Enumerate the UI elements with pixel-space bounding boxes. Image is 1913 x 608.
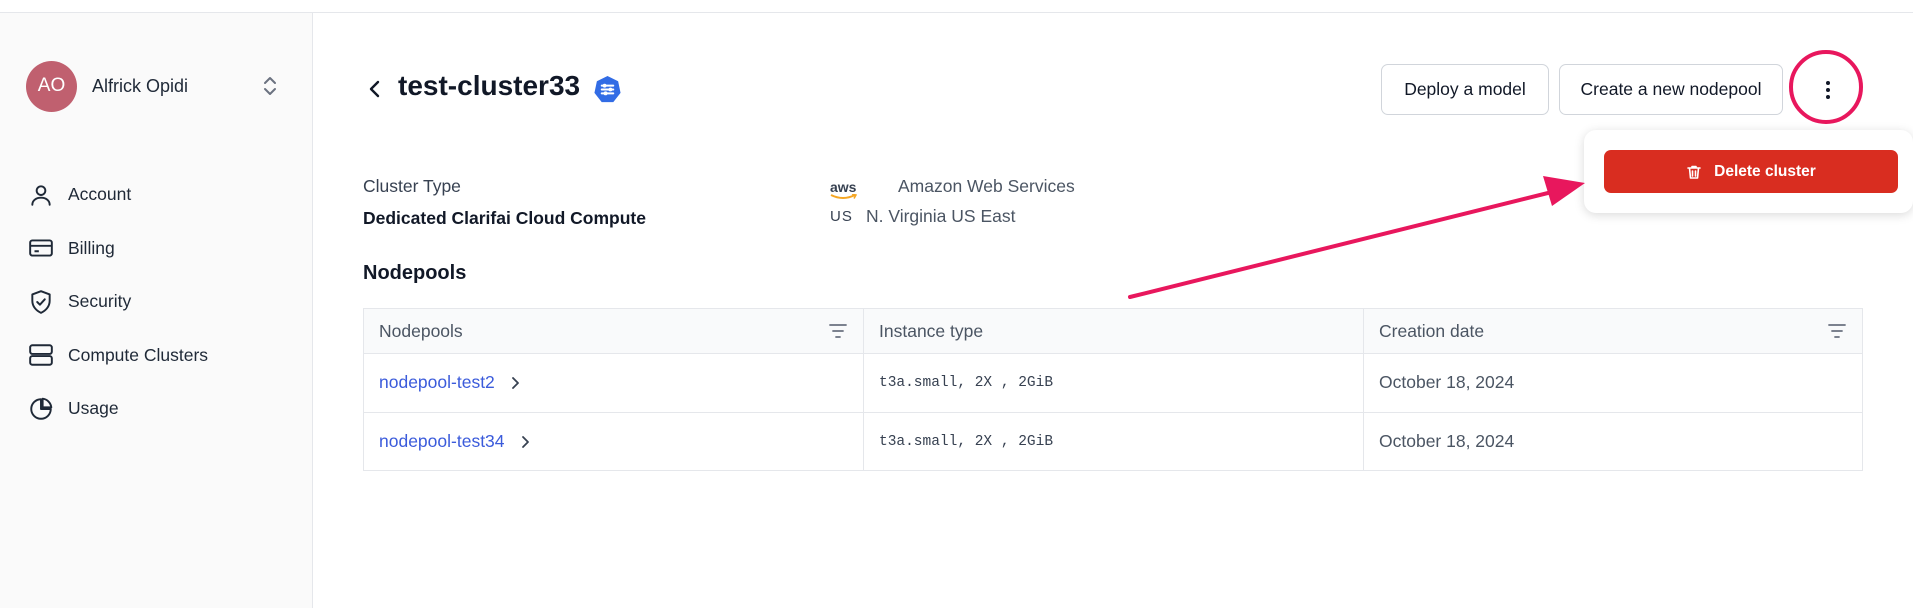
sidebar-item-label: Usage — [68, 398, 119, 419]
sidebar-item-account[interactable]: Account — [28, 168, 288, 222]
user-icon — [31, 185, 51, 206]
chevron-right-icon[interactable] — [519, 435, 531, 449]
chevron-right-icon[interactable] — [509, 376, 521, 390]
sidebar-item-label: Security — [68, 291, 132, 312]
shield-icon — [31, 289, 51, 314]
creation-date-cell: October 18, 2024 — [1379, 431, 1515, 452]
options-dropdown: Delete cluster — [1584, 130, 1913, 213]
nodepool-name-cell: nodepool-test34 — [364, 412, 864, 471]
nodepools-section-title: Nodepools — [363, 262, 467, 284]
aws-smile-icon — [830, 193, 858, 199]
sidebar-item-label: Compute Clusters — [68, 344, 209, 365]
table-header: Nodepools Instance type Creation date — [364, 309, 1862, 354]
nodepools-table: Nodepools Instance type Creation date no… — [363, 308, 1863, 471]
nodepool-name-cell: nodepool-test2 — [364, 354, 864, 412]
column-header-creation-date: Creation date — [1364, 309, 1862, 353]
sidebar-item-label: Account — [68, 184, 132, 205]
create-nodepool-button[interactable]: Create a new nodepool — [1559, 64, 1783, 115]
sidebar-item-usage[interactable]: Usage — [28, 382, 288, 436]
cluster-type-value: Dedicated Clarifai Cloud Compute — [363, 208, 646, 228]
sidebar-item-compute-clusters[interactable]: Compute Clusters — [28, 329, 288, 383]
column-header-instance-type: Instance type — [864, 309, 1364, 353]
filter-icon[interactable] — [1828, 323, 1846, 339]
region-code: US — [830, 208, 853, 225]
page-title: test-cluster33 — [398, 70, 581, 101]
credit-card-icon — [29, 239, 53, 257]
delete-cluster-button[interactable]: Delete cluster — [1604, 150, 1898, 193]
filter-icon[interactable] — [829, 323, 847, 339]
nodepool-link[interactable]: nodepool-test2 — [379, 372, 495, 393]
trash-icon — [1687, 165, 1701, 179]
back-arrow-icon[interactable] — [364, 78, 386, 100]
kubernetes-icon — [594, 75, 621, 103]
chevron-up-down-icon — [264, 77, 276, 95]
instance-type-cell: t3a.small, 2X , 2GiB — [864, 412, 1364, 471]
sidebar-nav: Account Billing Security Compute Cluster… — [28, 168, 288, 436]
provider: aws Amazon Web Services — [830, 176, 1075, 199]
provider-name: Amazon Web Services — [898, 176, 1075, 196]
sidebar: AO Alfrick Opidi Account Billing Securit… — [0, 13, 313, 608]
column-header-nodepools: Nodepools — [364, 309, 864, 353]
aws-logo: aws — [830, 179, 862, 199]
creation-date-cell: October 18, 2024 — [1379, 372, 1515, 393]
pie-chart-icon — [30, 397, 53, 420]
nodepool-link[interactable]: nodepool-test34 — [379, 431, 505, 452]
user-name: Alfrick Opidi — [92, 75, 189, 96]
table-row[interactable]: nodepool-test2 t3a.small, 2X , 2GiB Octo… — [364, 354, 1862, 413]
region-name: N. Virginia US East — [866, 206, 1016, 226]
cluster-type-label: Cluster Type — [363, 176, 461, 196]
avatar: AO — [26, 60, 77, 112]
deploy-model-button[interactable]: Deploy a model — [1381, 64, 1549, 115]
user-switcher[interactable]: AO Alfrick Opidi — [26, 58, 286, 114]
table-row[interactable]: nodepool-test34 t3a.small, 2X , 2GiB Oct… — [364, 412, 1862, 471]
delete-cluster-label: Delete cluster — [1714, 162, 1816, 180]
region: US N. Virginia US East — [830, 206, 1015, 227]
sidebar-item-label: Billing — [68, 237, 115, 258]
highlight-circle — [1789, 50, 1863, 124]
sidebar-item-billing[interactable]: Billing — [28, 222, 288, 276]
instance-type-cell: t3a.small, 2X , 2GiB — [864, 354, 1364, 412]
server-icon — [29, 344, 53, 366]
sidebar-item-security[interactable]: Security — [28, 275, 288, 329]
